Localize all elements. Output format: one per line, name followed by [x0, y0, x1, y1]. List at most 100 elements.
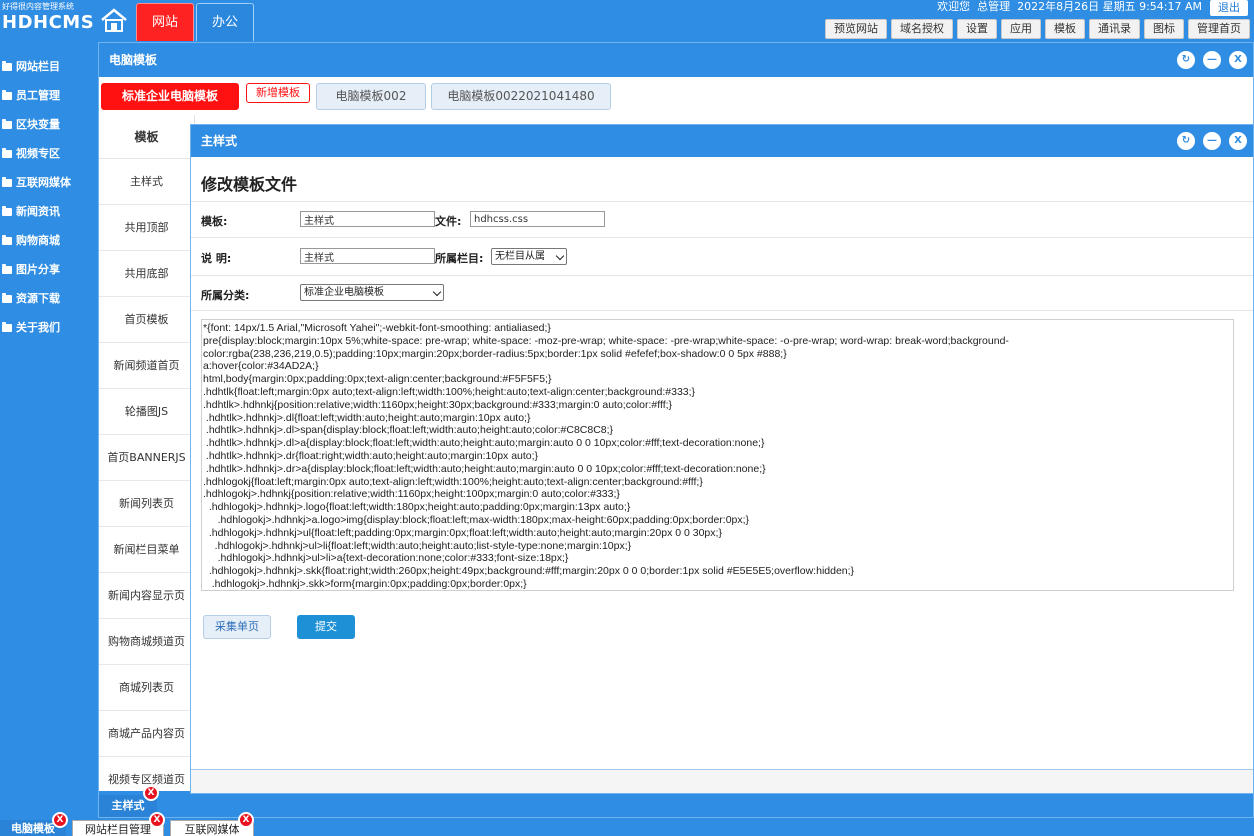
- nav-item-block-vars[interactable]: 区块变量: [0, 110, 96, 139]
- add-template-button[interactable]: 新增模板: [246, 83, 310, 103]
- top-bar: 好得很内容管理系统 HDHCMS 网站 办公 欢迎您 总管理 2022年8月26…: [0, 0, 1254, 42]
- house-icon: [101, 8, 127, 32]
- window-controls: ↻ — X: [1177, 51, 1247, 69]
- description-input[interactable]: [300, 248, 435, 264]
- tab-pc-template-002[interactable]: 电脑模板002: [316, 83, 426, 110]
- close-icon[interactable]: X: [52, 812, 68, 828]
- list-item[interactable]: 新闻列表页: [99, 481, 194, 527]
- column-select-value: 无栏目从属: [495, 251, 545, 262]
- tab-pc-template-0022021041480[interactable]: 电脑模板0022021041480: [431, 83, 611, 110]
- nav-item-downloads[interactable]: 资源下载: [0, 284, 96, 313]
- file-input[interactable]: [470, 211, 605, 227]
- category-label: 所属分类:: [201, 289, 250, 302]
- nav-item-label: 资源下载: [16, 292, 60, 305]
- list-item[interactable]: 新闻栏目菜单: [99, 527, 194, 573]
- window-footer: [191, 769, 1253, 793]
- main-style-window: 主样式 ↻ — X 修改模板文件 模板: 文件: 说 明: 所属栏目: 无栏目从…: [190, 124, 1254, 794]
- template-file-list: 模板 主样式 共用顶部 共用底部 首页模板 新闻频道首页 轮播图JS 首页BAN…: [99, 115, 195, 791]
- close-icon[interactable]: X: [238, 812, 254, 828]
- folder-icon: [2, 292, 12, 303]
- inner-tab-bar: 主样式 X: [99, 785, 1253, 817]
- list-item[interactable]: 商城产品内容页: [99, 711, 194, 757]
- template-label: 模板:: [201, 215, 228, 228]
- nav-item-label: 网站栏目: [16, 60, 60, 73]
- nav-item-label: 区块变量: [16, 118, 60, 131]
- icons-button[interactable]: 图标: [1144, 19, 1184, 39]
- nav-item-internet-media[interactable]: 互联网媒体: [0, 168, 96, 197]
- settings-button[interactable]: 设置: [957, 19, 997, 39]
- template-code-editor[interactable]: *{font: 14px/1.5 Arial,"Microsoft Yahei"…: [201, 319, 1234, 591]
- tab-standard-pc-template[interactable]: 标准企业电脑模板: [101, 83, 239, 110]
- close-icon[interactable]: X: [149, 812, 165, 828]
- top-tab-website[interactable]: 网站: [136, 3, 194, 41]
- left-nav: 网站栏目 员工管理 区块变量 视频专区 互联网媒体 新闻资讯 购物商城 图片分享…: [0, 52, 96, 342]
- form-row-template: 模板: 文件:: [191, 201, 1253, 237]
- minimize-icon[interactable]: —: [1203, 132, 1221, 150]
- nav-item-staff[interactable]: 员工管理: [0, 81, 96, 110]
- nav-item-site-columns[interactable]: 网站栏目: [0, 52, 96, 81]
- window-title: 主样式: [201, 134, 238, 148]
- folder-icon: [2, 263, 12, 274]
- nav-item-label: 关于我们: [16, 321, 60, 334]
- list-item[interactable]: 轮播图JS: [99, 389, 194, 435]
- folder-icon: [2, 205, 12, 216]
- list-item[interactable]: 首页BANNERJS: [99, 435, 194, 481]
- nav-item-images[interactable]: 图片分享: [0, 255, 96, 284]
- template-input[interactable]: [300, 211, 435, 227]
- nav-item-label: 员工管理: [16, 89, 60, 102]
- minimize-icon[interactable]: —: [1203, 51, 1221, 69]
- collect-page-button[interactable]: 采集单页: [203, 615, 271, 639]
- window-header: 主样式 ↻ — X: [191, 125, 1253, 157]
- apps-button[interactable]: 应用: [1001, 19, 1041, 39]
- preview-site-button[interactable]: 预览网站: [825, 19, 887, 39]
- form-row-description: 说 明: 所属栏目: 无栏目从属: [191, 237, 1253, 275]
- admin-home-button[interactable]: 管理首页: [1188, 19, 1250, 39]
- refresh-icon[interactable]: ↻: [1177, 132, 1195, 150]
- nav-item-about[interactable]: 关于我们: [0, 313, 96, 342]
- chevron-down-icon: [555, 251, 565, 261]
- submit-button[interactable]: 提交: [297, 615, 355, 639]
- window-title: 电脑模板: [109, 53, 158, 67]
- form-title: 修改模板文件: [201, 175, 298, 194]
- list-item[interactable]: 商城列表页: [99, 665, 194, 711]
- contacts-button[interactable]: 通讯录: [1089, 19, 1140, 39]
- templates-button[interactable]: 模板: [1045, 19, 1085, 39]
- close-icon[interactable]: X: [1229, 132, 1247, 150]
- nav-item-news[interactable]: 新闻资讯: [0, 197, 96, 226]
- close-icon[interactable]: X: [1229, 51, 1247, 69]
- category-select[interactable]: 标准企业电脑模板: [300, 284, 444, 301]
- top-tab-office[interactable]: 办公: [196, 3, 254, 41]
- nav-item-label: 视频专区: [16, 147, 60, 160]
- nav-item-video[interactable]: 视频专区: [0, 139, 96, 168]
- list-item[interactable]: 共用底部: [99, 251, 194, 297]
- list-item[interactable]: 共用顶部: [99, 205, 194, 251]
- template-list-header: 模板: [99, 115, 194, 159]
- welcome-text: 欢迎您: [937, 0, 971, 13]
- refresh-icon[interactable]: ↻: [1177, 51, 1195, 69]
- folder-icon: [2, 147, 12, 158]
- list-item[interactable]: 新闻内容显示页: [99, 573, 194, 619]
- datetime: 2022年8月26日 星期五 9:54:17 AM: [1017, 0, 1202, 13]
- column-select[interactable]: 无栏目从属: [491, 248, 567, 265]
- folder-icon: [2, 176, 12, 187]
- nav-item-label: 购物商城: [16, 234, 60, 247]
- list-item[interactable]: 主样式: [99, 159, 194, 205]
- welcome-bar: 欢迎您 总管理 2022年8月26日 星期五 9:54:17 AM: [937, 0, 1202, 14]
- folder-icon: [2, 89, 12, 100]
- taskbar: 电脑模板 网站栏目管理 互联网媒体: [0, 818, 1254, 836]
- window-header: 电脑模板 ↻ — X: [99, 43, 1253, 77]
- list-item[interactable]: 首页模板: [99, 297, 194, 343]
- column-label: 所属栏目:: [435, 252, 484, 265]
- close-icon[interactable]: X: [143, 785, 159, 801]
- user-name: 总管理: [977, 0, 1011, 13]
- form-row-category: 所属分类: 标准企业电脑模板: [191, 275, 1253, 311]
- nav-item-shop[interactable]: 购物商城: [0, 226, 96, 255]
- logo: 好得很内容管理系统 HDHCMS: [2, 2, 130, 40]
- list-item[interactable]: 新闻频道首页: [99, 343, 194, 389]
- logout-button[interactable]: 退出: [1210, 0, 1248, 16]
- folder-icon: [2, 234, 12, 245]
- window-controls: ↻ — X: [1177, 132, 1247, 150]
- domain-auth-button[interactable]: 域名授权: [891, 19, 953, 39]
- list-item[interactable]: 购物商城频道页: [99, 619, 194, 665]
- nav-item-label: 图片分享: [16, 263, 60, 276]
